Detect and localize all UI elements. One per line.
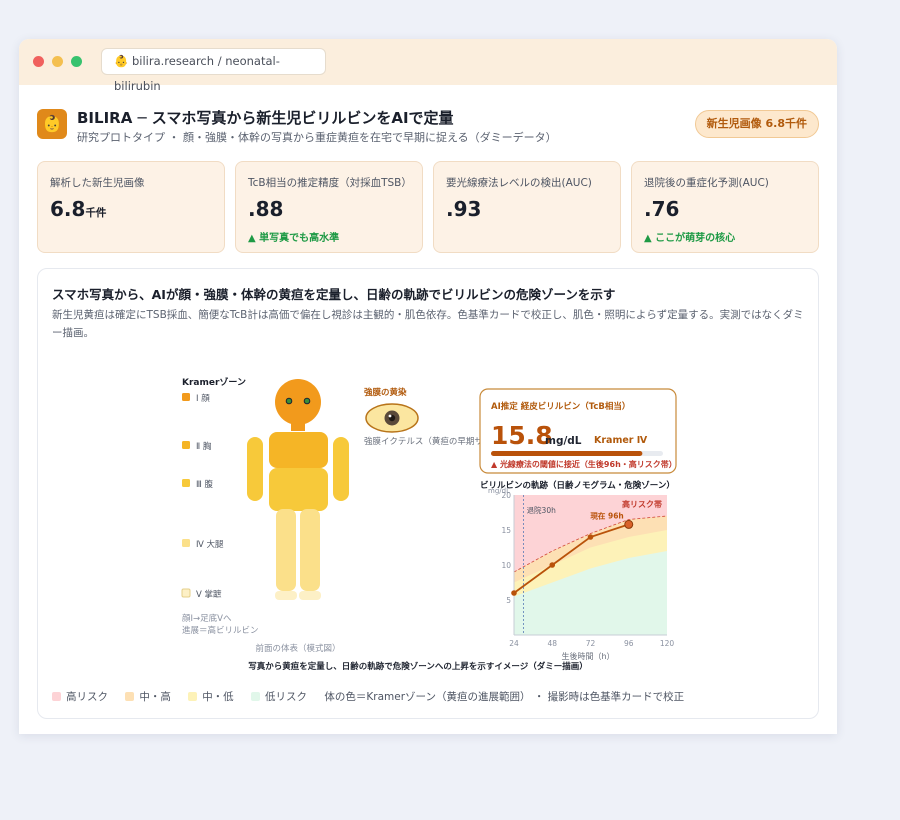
main-panel: スマホ写真から、AIが顔・強膜・体幹の黄疸を定量し、日齢の軌跡でビリルビンの危険… [37, 268, 819, 719]
legend-note: 体の色＝Kramerゾーン（黄疸の進展範囲） ・ 撮影時は色基準カードで校正 [324, 691, 685, 703]
maximize-window-button[interactable] [71, 56, 82, 67]
x-tick-label: 96 [624, 639, 634, 648]
x-tick-label: 120 [660, 639, 675, 648]
y-axis-label: mg/dL [488, 487, 510, 495]
body-zone-head [275, 379, 321, 425]
body-arm-left [247, 437, 263, 501]
stat-label: TcB相当の推定精度（対採血TSB） [248, 177, 412, 189]
minimize-window-button[interactable] [52, 56, 63, 67]
stat-value: .76 [644, 197, 680, 221]
zone-note: 顔Ⅰ→足底Ⅴへ [182, 613, 232, 624]
stat-card-images: 解析した新生児画像 6.8千件 [37, 161, 225, 253]
legend-swatch [251, 692, 261, 701]
high-risk-label: 高リスク帯 [622, 499, 662, 509]
app-header: 👶 BILIRA ─ スマホ写真から新生児ビリルビンをAIで定量 研究プロトタイ… [37, 107, 819, 147]
stat-value: .93 [446, 197, 482, 221]
stat-label: 要光線療法レベルの検出(AUC) [446, 177, 592, 189]
body-zone-thigh-right [300, 509, 320, 591]
x-tick-label: 48 [547, 639, 557, 648]
kramer-zone-swatch [182, 479, 190, 487]
kramer-zone-swatch [181, 588, 191, 598]
body-zone-abdomen [269, 468, 328, 511]
kramer-zone-swatch [182, 539, 190, 547]
page-title: BILIRA ─ スマホ写真から新生児ビリルビンをAIで定量 [77, 109, 454, 127]
stat-card-accuracy: TcB相当の推定精度（対採血TSB） .88 ▲ 単写真でも高水準 [235, 161, 423, 253]
ai-alert: ▲ 光線療法の閾値に接近（生後96h・高リスク帯） [491, 459, 677, 469]
data-point [549, 562, 556, 568]
ai-level-bar [491, 451, 643, 456]
dataset-badge: 新生児画像 6.8千件 [694, 110, 819, 138]
stat-label: 退院後の重症化予測(AUC) [644, 177, 769, 189]
bilirubin-nomogram-chart: 24 48 72 96 1205101520mg/dL退院30h高リスク帯現在 96h [488, 487, 674, 648]
risk-legend: 高リスク 中・高 中・低 低リスク 体の色＝Kramerゾーン（黄疸の進展範囲）… [52, 689, 684, 705]
chart-xlabel: 生後時間（h） [561, 651, 614, 661]
legend-label: 中・低 [202, 691, 234, 703]
body-zone-thigh-left [276, 509, 296, 591]
stat-note: ▲ 単写真でも高水準 [248, 233, 340, 244]
zone-note: 進展＝高ビリルビン [182, 625, 259, 636]
x-tick-label: 72 [586, 639, 596, 648]
eye-left [285, 397, 293, 405]
eye-right [303, 397, 311, 405]
stat-value: 6.8千件 [50, 197, 107, 221]
figure-caption: 写真から黄疸を定量し、日齢の軌跡で危険ゾーンへの上昇を示すイメージ（ダミー描画） [248, 661, 587, 672]
ai-estimate-box: AI推定 経皮ビリルビン（TcB相当） 15.8 mg/dL Kramer Ⅳ … [479, 388, 677, 474]
kramer-zone-label: Ⅰ 顔 [196, 393, 210, 404]
stat-card-phototherapy-auc: 要光線療法レベルの検出(AUC) .93 [433, 161, 621, 253]
kramer-zone-label: Ⅳ 大腿 [196, 539, 224, 550]
kramer-zone-label: Ⅲ 腹 [196, 479, 214, 490]
legend-swatch [125, 692, 135, 701]
browser-window: 👶 bilira.research / neonatal-bilirubin 👶… [19, 39, 837, 734]
kramer-zone-swatch [182, 393, 190, 401]
body-zone-foot-right [299, 591, 321, 600]
kramer-zone-swatch [182, 441, 190, 449]
body-zone-chest [269, 432, 328, 468]
y-tick-label: 15 [501, 526, 511, 535]
data-point [587, 534, 594, 540]
jaundice-figure: Kramerゾーン Ⅰ 顔 Ⅱ 胸 Ⅲ 腹 Ⅳ 大腿 Ⅴ 掌蹠 顔Ⅰ→足底Ⅴへ 進展＝高… [181, 376, 677, 672]
ai-unit: mg/dL [545, 435, 582, 447]
close-window-button[interactable] [33, 56, 44, 67]
kramer-zone-label: Ⅴ 掌蹠 [196, 589, 222, 600]
kramer-zone-list: Ⅰ 顔 Ⅱ 胸 Ⅲ 腹 Ⅳ 大腿 Ⅴ 掌蹠 [181, 393, 224, 600]
body-zone-foot-left [275, 591, 297, 600]
address-bar[interactable]: 👶 bilira.research / neonatal-bilirubin [101, 48, 326, 93]
kramer-title: Kramerゾーン [182, 376, 246, 388]
legend-swatch [188, 692, 198, 701]
stat-label: 解析した新生児画像 [50, 177, 145, 189]
title-bar: 👶 bilira.research / neonatal-bilirubin [19, 39, 837, 93]
legend-label: 高リスク [66, 691, 108, 703]
discharge-label: 退院30h [527, 505, 557, 515]
data-point [511, 590, 517, 596]
stat-note: ▲ ここが萌芽の核心 [644, 233, 736, 244]
ai-kramer-zone: Kramer Ⅳ [594, 435, 648, 446]
infant-body-diagram [247, 379, 349, 600]
ai-box-title: AI推定 経皮ビリルビン（TcB相当） [491, 401, 630, 412]
x-tick-label: 24 [509, 639, 519, 648]
stat-card-severity-auc: 退院後の重症化予測(AUC) .76 ▲ ここが萌芽の核心 [631, 161, 819, 253]
legend-label: 中・高 [139, 691, 171, 703]
body-caption: 前面の体表（模式図） [255, 643, 340, 654]
sclera-eye-icon [365, 403, 419, 433]
legend-swatch [52, 692, 61, 701]
stat-value: .88 [248, 197, 284, 221]
body-arm-right [333, 437, 349, 501]
current-point-label: 現在 96h [590, 510, 623, 520]
body-neck [291, 421, 305, 431]
y-tick-label: 5 [506, 596, 511, 605]
ai-value: 15.8 [491, 421, 553, 450]
legend-label: 低リスク [265, 691, 308, 703]
data-point [624, 519, 634, 529]
y-tick-label: 10 [501, 561, 511, 570]
page-subtitle: 研究プロトタイプ ・ 顔・強膜・体幹の写真から重症黄疸を在宅で早期に捉える（ダミ… [77, 131, 557, 144]
kramer-zone-label: Ⅱ 胸 [196, 441, 212, 452]
baby-logo-icon: 👶 [37, 109, 67, 139]
eye-title: 強膜の黄染 [364, 387, 407, 398]
